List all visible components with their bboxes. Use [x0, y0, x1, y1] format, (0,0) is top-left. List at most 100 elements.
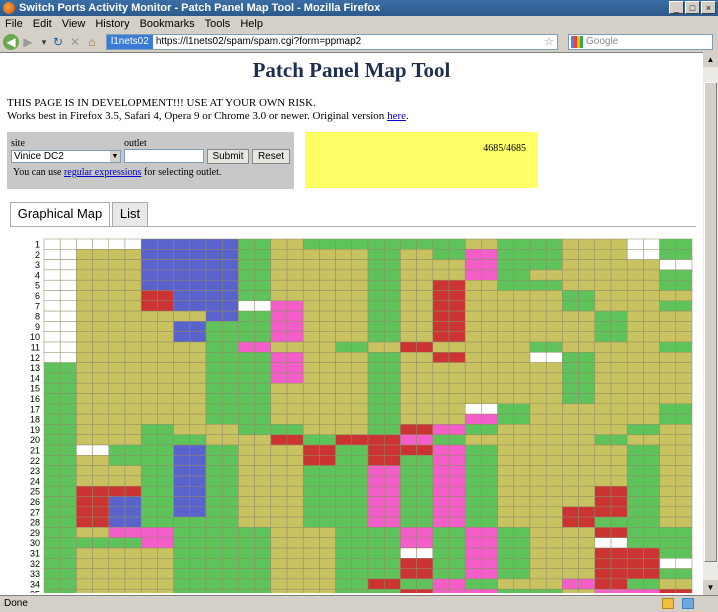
outlet-cell[interactable]	[626, 238, 644, 250]
outlet-cell[interactable]	[513, 269, 531, 281]
outlet-cell[interactable]	[481, 547, 498, 559]
outlet-cell[interactable]	[302, 444, 320, 456]
outlet-cell[interactable]	[432, 321, 450, 332]
outlet-cell[interactable]	[238, 321, 255, 332]
outlet-cell[interactable]	[529, 537, 547, 549]
outlet-cell[interactable]	[205, 434, 223, 446]
outlet-cell[interactable]	[400, 382, 417, 394]
outlet-cell[interactable]	[173, 393, 191, 405]
outlet-cell[interactable]	[59, 259, 77, 271]
outlet-cell[interactable]	[481, 434, 498, 446]
outlet-cell[interactable]	[173, 382, 191, 394]
outlet-cell[interactable]	[383, 547, 401, 559]
outlet-cell[interactable]	[675, 444, 693, 456]
outlet-cell[interactable]	[205, 279, 223, 291]
outlet-cell[interactable]	[319, 424, 336, 435]
outlet-cell[interactable]	[108, 290, 126, 302]
outlet-cell[interactable]	[626, 434, 644, 446]
outlet-cell[interactable]	[448, 578, 466, 590]
outlet-cell[interactable]	[76, 238, 93, 250]
outlet-cell[interactable]	[205, 238, 223, 250]
outlet-cell[interactable]	[464, 413, 482, 425]
outlet-cell[interactable]	[432, 588, 450, 593]
outlet-cell[interactable]	[643, 537, 660, 549]
outlet-cell[interactable]	[59, 465, 77, 477]
outlet-cell[interactable]	[594, 403, 612, 415]
outlet-cell[interactable]	[319, 444, 336, 456]
outlet-cell[interactable]	[610, 558, 628, 569]
outlet-cell[interactable]	[92, 362, 110, 374]
outlet-cell[interactable]	[43, 568, 61, 580]
outlet-cell[interactable]	[400, 485, 417, 497]
outlet-cell[interactable]	[43, 403, 61, 415]
outlet-cell[interactable]	[383, 424, 401, 435]
outlet-cell[interactable]	[594, 547, 612, 559]
outlet-cell[interactable]	[351, 485, 369, 497]
outlet-cell[interactable]	[529, 455, 547, 466]
outlet-cell[interactable]	[626, 537, 644, 549]
outlet-cell[interactable]	[626, 506, 644, 518]
outlet-cell[interactable]	[92, 372, 110, 384]
outlet-cell[interactable]	[626, 485, 644, 497]
outlet-cell[interactable]	[545, 331, 563, 343]
outlet-cell[interactable]	[221, 558, 239, 569]
outlet-cell[interactable]	[545, 372, 563, 384]
outlet-cell[interactable]	[221, 568, 239, 580]
outlet-cell[interactable]	[238, 424, 255, 435]
outlet-cell[interactable]	[157, 568, 174, 580]
outlet-cell[interactable]	[270, 259, 288, 271]
outlet-cell[interactable]	[221, 352, 239, 363]
outlet-cell[interactable]	[157, 413, 174, 425]
search-input[interactable]: Google	[568, 34, 713, 50]
outlet-cell[interactable]	[140, 259, 158, 271]
outlet-cell[interactable]	[319, 516, 336, 528]
outlet-cell[interactable]	[140, 537, 158, 549]
outlet-cell[interactable]	[400, 238, 417, 250]
outlet-cell[interactable]	[643, 465, 660, 477]
outlet-cell[interactable]	[529, 249, 547, 260]
outlet-cell[interactable]	[157, 506, 174, 518]
outlet-cell[interactable]	[529, 300, 547, 312]
outlet-cell[interactable]	[238, 568, 255, 580]
outlet-cell[interactable]	[448, 496, 466, 508]
menu-help[interactable]: Help	[235, 16, 268, 32]
outlet-cell[interactable]	[383, 352, 401, 363]
outlet-cell[interactable]	[432, 393, 450, 405]
outlet-cell[interactable]	[643, 516, 660, 528]
outlet-cell[interactable]	[189, 238, 207, 250]
outlet-cell[interactable]	[481, 527, 498, 538]
outlet-cell[interactable]	[529, 331, 547, 343]
outlet-cell[interactable]	[254, 424, 272, 435]
outlet-cell[interactable]	[286, 238, 304, 250]
outlet-cell[interactable]	[416, 413, 434, 425]
outlet-cell[interactable]	[626, 475, 644, 487]
outlet-cell[interactable]	[76, 413, 93, 425]
outlet-cell[interactable]	[643, 238, 660, 250]
outlet-cell[interactable]	[108, 321, 126, 332]
outlet-cell[interactable]	[497, 331, 515, 343]
outlet-cell[interactable]	[497, 413, 515, 425]
outlet-cell[interactable]	[578, 424, 596, 435]
outlet-cell[interactable]	[659, 506, 677, 518]
outlet-cell[interactable]	[513, 279, 531, 291]
outlet-cell[interactable]	[238, 341, 255, 353]
outlet-cell[interactable]	[610, 249, 628, 260]
outlet-cell[interactable]	[286, 568, 304, 580]
outlet-cell[interactable]	[254, 259, 272, 271]
outlet-cell[interactable]	[238, 527, 255, 538]
outlet-cell[interactable]	[335, 516, 353, 528]
outlet-cell[interactable]	[221, 259, 239, 271]
outlet-cell[interactable]	[610, 527, 628, 538]
outlet-cell[interactable]	[238, 506, 255, 518]
outlet-cell[interactable]	[221, 506, 239, 518]
outlet-cell[interactable]	[205, 341, 223, 353]
outlet-cell[interactable]	[594, 527, 612, 538]
outlet-cell[interactable]	[124, 568, 142, 580]
outlet-cell[interactable]	[367, 516, 385, 528]
outlet-cell[interactable]	[562, 568, 579, 580]
outlet-cell[interactable]	[205, 321, 223, 332]
outlet-cell[interactable]	[302, 506, 320, 518]
outlet-cell[interactable]	[59, 393, 77, 405]
outlet-cell[interactable]	[432, 537, 450, 549]
outlet-cell[interactable]	[675, 321, 693, 332]
